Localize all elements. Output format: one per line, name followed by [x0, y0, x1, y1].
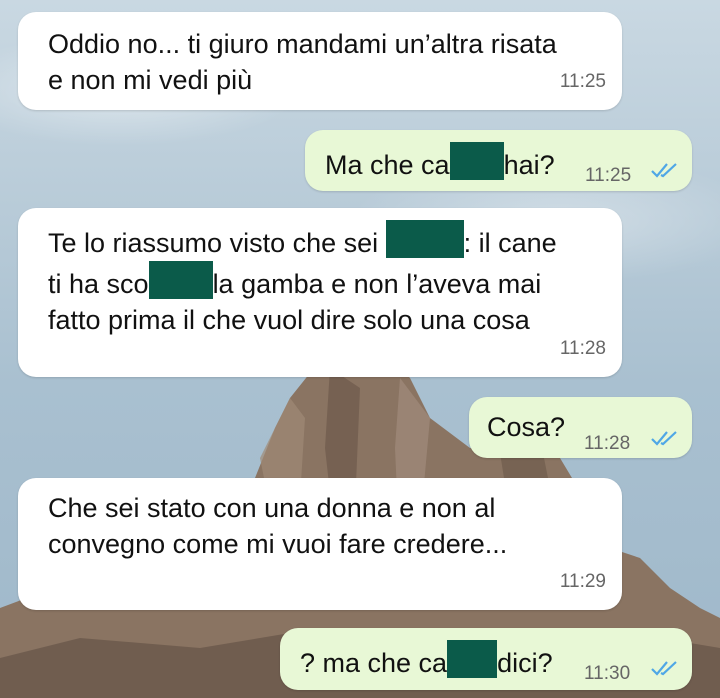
message-text-part: ? ma che ca [300, 648, 448, 678]
message-text-part: dici? [497, 648, 553, 678]
outgoing-message-4[interactable]: Cosa? 11:28 [469, 397, 692, 458]
incoming-message-3[interactable]: Te lo riassumo visto che sei : il cane ti… [18, 208, 622, 377]
message-text-line: convegno come mi vuoi fare credere... [48, 529, 508, 559]
message-text-part: Ma che ca [325, 150, 450, 180]
message-text-line: Che sei stato con una donna e non al [48, 493, 496, 523]
redaction-block [447, 640, 498, 678]
message-time: 11:25 [559, 71, 606, 92]
outgoing-message-2[interactable]: Ma che ca hai? 11:25 [305, 130, 692, 191]
message-time: 11:29 [559, 571, 606, 592]
message-time: 11:25 [585, 165, 632, 186]
double-check-read-icon [651, 431, 677, 446]
double-check-read-icon [651, 163, 677, 178]
message-text-part: ti ha sco [48, 269, 149, 299]
message-text: Cosa? [487, 412, 566, 442]
message-text-part: Te lo riassumo visto che sei [48, 228, 386, 258]
message-text-line: fatto prima il che vuol dire solo una co… [48, 305, 530, 335]
message-text-part: la gamba e non l’aveva mai [212, 269, 542, 299]
double-check-read-icon [651, 661, 677, 676]
message-text-line: e non mi vedi più [48, 65, 253, 95]
outgoing-message-6[interactable]: ? ma che ca dici? 11:30 [280, 628, 692, 690]
redaction-block [148, 261, 213, 299]
message-time: 11:30 [584, 663, 631, 684]
message-text-part: : il cane [463, 228, 557, 258]
incoming-message-1[interactable]: Oddio no... ti giuro mandami un’altra ri… [18, 12, 622, 110]
incoming-message-5[interactable]: Che sei stato con una donna e non al conv… [18, 478, 622, 610]
redaction-block [385, 220, 464, 258]
message-time: 11:28 [584, 433, 631, 454]
message-time: 11:28 [559, 338, 606, 359]
redaction-block [449, 142, 504, 180]
message-text-part: hai? [503, 150, 555, 180]
message-text-line: Oddio no... ti giuro mandami un’altra ri… [48, 29, 557, 59]
